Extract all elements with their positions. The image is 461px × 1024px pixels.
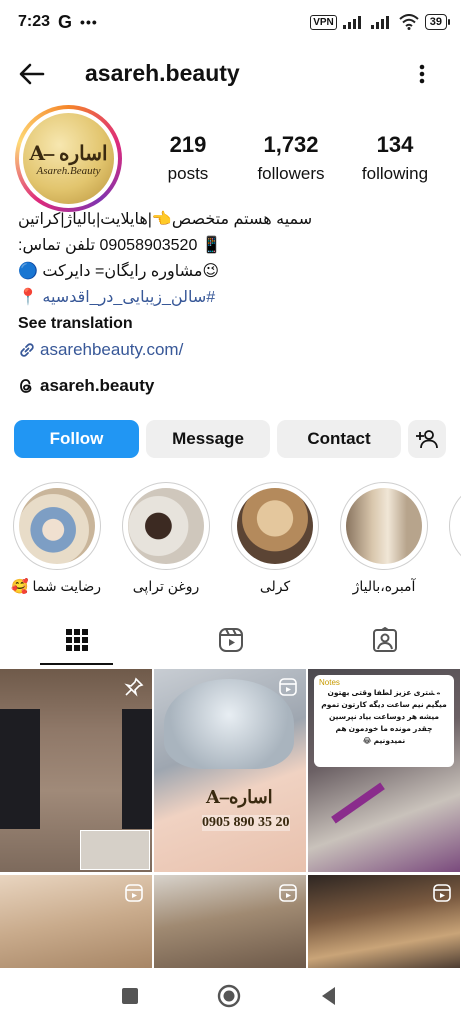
posts-grid: A⎯اساره 0905 890 35 20 Notes مشتری عزیز … xyxy=(0,669,461,969)
post-2-hair xyxy=(164,679,294,769)
status-bar: 7:23 G ••• VPN 39 xyxy=(0,0,461,44)
post-2-phone-text: 0905 890 35 20 xyxy=(202,815,290,831)
post-1-shoulder xyxy=(0,709,40,829)
battery-indicator: 39 xyxy=(424,14,451,30)
highlight-cover xyxy=(19,488,95,564)
status-time: 7:23 xyxy=(18,13,51,30)
reel-badge-icon xyxy=(125,884,143,902)
reel-badge-icon xyxy=(279,678,297,696)
highlight-item-4[interactable]: آمبره،بالیاژ xyxy=(340,482,428,595)
profile-tabs xyxy=(0,615,461,665)
carrier-icon: G xyxy=(58,11,73,32)
profile-bio: سمیه هستم متخصص👈|هایلایت|بالیاژ|کراتین 📱… xyxy=(18,207,448,363)
reel-badge-icon xyxy=(433,678,451,696)
stat-posts[interactable]: 219 posts xyxy=(148,132,228,184)
highlight-label: کرلی xyxy=(259,578,291,594)
post-thumbnail-4[interactable] xyxy=(0,875,152,969)
brand-logo-mark: A⎯ اساره xyxy=(29,140,108,165)
highlight-item-1[interactable]: رضایت شما 🥰 xyxy=(11,482,101,595)
home-icon[interactable] xyxy=(217,984,241,1008)
more-vertical-icon[interactable] xyxy=(410,58,434,90)
add-user-button[interactable] xyxy=(408,420,446,458)
notification-dots-icon: ••• xyxy=(80,14,98,30)
active-tab-indicator xyxy=(40,663,113,665)
pin-icon xyxy=(124,677,144,697)
system-navigation-bar xyxy=(0,968,461,1024)
profile-website-text: asarehbeauty.com/ xyxy=(40,340,184,359)
page-title: asareh.beauty xyxy=(85,60,240,86)
post-2-watermark-logo: A⎯اساره xyxy=(206,787,273,808)
recent-apps-icon[interactable] xyxy=(118,984,142,1008)
reels-icon xyxy=(218,628,243,652)
stat-followers-label: followers xyxy=(257,164,325,183)
stat-followers-count: 1,732 xyxy=(263,132,319,157)
bio-hashtag[interactable]: #سالن_زیبایی_در_اقدسیه xyxy=(42,289,215,306)
signal-icon-2 xyxy=(370,16,389,29)
highlight-label: رضایت شما 🥰 xyxy=(11,578,101,594)
post-thumbnail-1[interactable] xyxy=(0,669,152,872)
post-1-shoulder-right xyxy=(122,709,152,829)
post-thumbnail-5[interactable] xyxy=(154,875,306,969)
highlight-item-3[interactable]: کرلی xyxy=(231,482,319,595)
stat-followers[interactable]: 1,732 followers xyxy=(246,132,336,184)
post-thumbnail-3[interactable]: Notes مشتری عزیز لطفا وقتی بهتون میگیم ن… xyxy=(308,669,460,872)
bio-line-3: 😉مشاوره رایگان= دایرکت 🔵 xyxy=(18,263,220,280)
tab-grid[interactable] xyxy=(0,615,153,665)
vpn-badge: VPN xyxy=(310,14,337,30)
post-3-note-title: Notes xyxy=(319,678,340,687)
tab-reels[interactable] xyxy=(154,615,307,665)
post-thumbnail-2[interactable]: A⎯اساره 0905 890 35 20 xyxy=(154,669,306,872)
highlight-cover xyxy=(237,488,313,564)
stat-posts-label: posts xyxy=(167,164,209,183)
arrow-left-icon[interactable] xyxy=(16,58,48,90)
stat-following[interactable]: 134 following xyxy=(350,132,440,184)
threads-badge[interactable]: asareh.beauty xyxy=(18,376,154,396)
post-1-inset xyxy=(80,830,150,870)
pin-location-icon: 📍 xyxy=(18,289,38,306)
follow-button[interactable]: Follow xyxy=(14,420,139,458)
message-button[interactable]: Message xyxy=(146,420,270,458)
see-translation-link[interactable]: See translation xyxy=(18,311,448,337)
threads-handle: asareh.beauty xyxy=(40,376,155,395)
avatar[interactable]: A⎯ اساره Asareh.Beauty xyxy=(15,105,122,212)
avatar-logo: A⎯ اساره Asareh.Beauty xyxy=(23,113,114,204)
stat-following-count: 134 xyxy=(376,132,414,157)
wifi-icon xyxy=(399,14,419,30)
bio-line-1: سمیه هستم متخصص👈|هایلایت|بالیاژ|کراتین xyxy=(18,211,313,228)
reel-badge-icon xyxy=(279,884,297,902)
bio-line-2: 📱 09058903520 تلفن تماس: xyxy=(18,237,222,254)
link-icon xyxy=(20,343,34,357)
highlight-cover xyxy=(128,488,204,564)
contact-button[interactable]: Contact xyxy=(277,420,401,458)
tagged-icon xyxy=(372,627,397,652)
stat-posts-count: 219 xyxy=(169,132,207,157)
post-3-brush xyxy=(331,782,385,824)
highlight-item-2[interactable]: روغن تراپی xyxy=(122,482,210,595)
stat-following-label: following xyxy=(361,164,429,183)
threads-icon xyxy=(20,379,32,393)
post-thumbnail-6[interactable] xyxy=(308,875,460,969)
profile-header: asareh.beauty xyxy=(0,52,461,96)
highlight-cover xyxy=(346,488,422,564)
grid-icon xyxy=(65,629,88,651)
post-3-note-text: مشتری عزیز لطفا وقتی بهتون میگیم نیم ساع… xyxy=(321,688,447,745)
highlight-label: روغن تراپی xyxy=(132,578,200,594)
highlight-item-5-partial[interactable] xyxy=(449,482,461,570)
signal-icon xyxy=(342,16,361,29)
avatar-brand-text: Asareh.Beauty xyxy=(36,164,101,177)
add-user-icon xyxy=(416,430,438,449)
profile-website-link[interactable]: asarehbeauty.com/ xyxy=(18,337,448,363)
tab-tagged[interactable] xyxy=(308,615,461,665)
highlight-label: آمبره،بالیاژ xyxy=(352,578,416,594)
reel-badge-icon xyxy=(433,884,451,902)
back-nav-icon[interactable] xyxy=(317,984,341,1008)
bio-line-4: 📍 #سالن_زیبایی_در_اقدسیه xyxy=(18,285,448,311)
